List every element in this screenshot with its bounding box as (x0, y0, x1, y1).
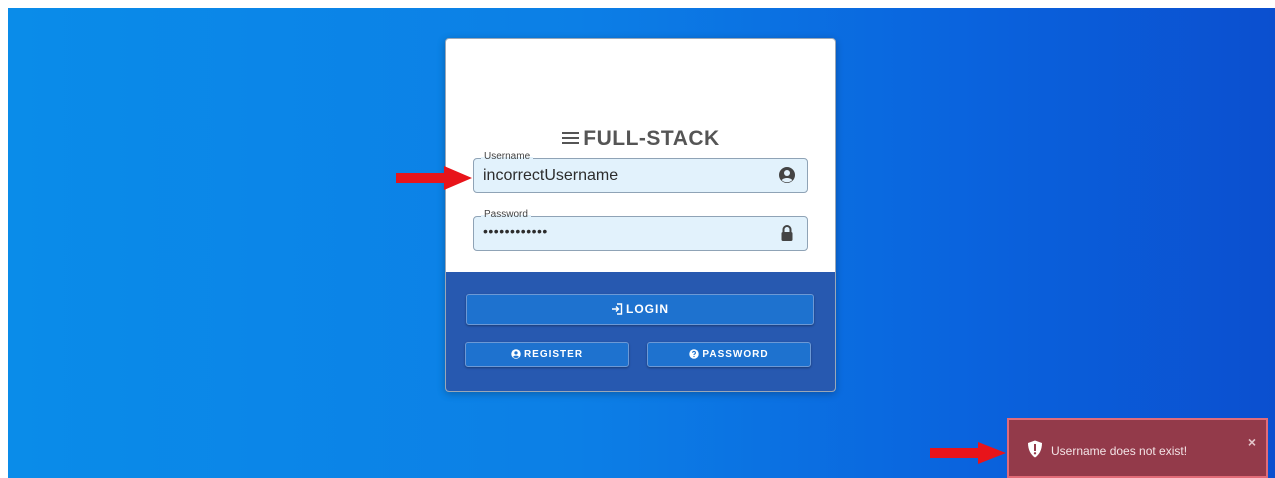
login-card: FULL-STACK Username incorrectUsername Pa… (445, 38, 836, 392)
shield-exclamation-icon (1028, 440, 1042, 458)
password-input[interactable]: •••••••••••• (483, 223, 548, 239)
toast-close-button[interactable]: × (1248, 434, 1256, 450)
toast-message: Username does not exist! (1051, 444, 1188, 458)
password-label: Password (481, 209, 531, 220)
password-field[interactable]: Password •••••••••••• (473, 209, 808, 251)
action-panel: LOGIN REGISTER PASSWORD (446, 272, 835, 391)
login-button-label: LOGIN (626, 302, 669, 316)
login-button[interactable]: LOGIN (466, 294, 814, 325)
password-button[interactable]: PASSWORD (647, 342, 811, 367)
top-strip (0, 0, 1275, 8)
question-circle-icon (689, 349, 700, 359)
password-button-label: PASSWORD (702, 349, 769, 360)
register-button[interactable]: REGISTER (465, 342, 629, 367)
sign-in-icon (612, 303, 623, 315)
lock-icon (781, 225, 793, 241)
username-input[interactable]: incorrectUsername (483, 167, 618, 185)
red-arrow-annotation-toast (930, 442, 1006, 464)
username-label: Username (481, 151, 534, 162)
brand-title: FULL-STACK (583, 127, 720, 150)
brand-header: FULL-STACK (446, 127, 835, 151)
user-circle-icon (779, 167, 795, 183)
error-toast: Username does not exist! × (1007, 418, 1268, 478)
top-text-fragment (0, 0, 118, 6)
red-arrow-annotation-username (396, 166, 472, 190)
menu-icon (562, 132, 580, 144)
username-field[interactable]: Username incorrectUsername (473, 151, 808, 193)
register-button-label: REGISTER (523, 349, 584, 360)
user-circle-icon (511, 349, 521, 359)
